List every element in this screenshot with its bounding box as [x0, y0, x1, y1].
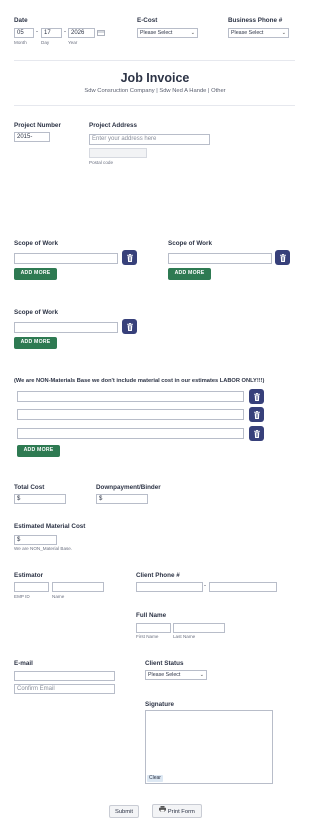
- ecost-selected: Please Select: [140, 30, 173, 36]
- add-more-button[interactable]: ADD MORE: [14, 268, 57, 280]
- estimator-name-sublabel: Name: [52, 594, 65, 599]
- scope-of-work-input[interactable]: [168, 253, 272, 264]
- signature-label: Signature: [145, 701, 175, 708]
- postal-code-input[interactable]: [89, 148, 147, 158]
- business-phone-label: Business Phone #: [228, 17, 283, 24]
- add-more-button[interactable]: ADD MORE: [168, 268, 211, 280]
- date-day-sublabel: Day: [41, 40, 50, 45]
- downpayment-label: Downpayment/Binder: [96, 484, 161, 491]
- last-name-sublabel: Last Name: [173, 634, 196, 639]
- signature-pad[interactable]: [145, 710, 273, 784]
- date-month-input[interactable]: 05: [14, 28, 34, 38]
- first-name-input[interactable]: [136, 623, 171, 633]
- date-label: Date: [14, 17, 28, 24]
- trash-icon: [279, 253, 286, 262]
- estimated-material-note: We are NON_Material Base.: [14, 546, 73, 551]
- client-status-selected: Please Select: [148, 672, 181, 678]
- downpayment-input[interactable]: $: [96, 494, 148, 504]
- client-phone-label: Client Phone #: [136, 572, 180, 579]
- trash-icon: [253, 392, 260, 401]
- divider: [14, 60, 295, 61]
- delete-button[interactable]: [122, 250, 137, 265]
- business-phone-select[interactable]: Please Select ⌄: [228, 28, 289, 38]
- client-phone-number-input[interactable]: [209, 582, 277, 592]
- business-phone-selected: Please Select: [231, 30, 264, 36]
- delete-button[interactable]: [249, 426, 264, 441]
- project-address-label: Project Address: [89, 122, 138, 129]
- date-separator: -: [64, 29, 66, 35]
- materials-input[interactable]: [17, 391, 244, 402]
- estimated-material-label: Estimated Material Cost: [14, 523, 86, 530]
- chevron-down-icon: ⌄: [199, 672, 204, 678]
- client-phone-area-input[interactable]: [136, 582, 203, 592]
- divider: [14, 105, 295, 106]
- page-subtitle: Sdw Consruction Company | Sdw Ned A Hand…: [84, 88, 226, 94]
- project-address-input[interactable]: Enter your address here: [89, 134, 210, 145]
- calendar-icon[interactable]: [97, 30, 105, 36]
- client-status-label: Client Status: [145, 660, 184, 667]
- date-month-sublabel: Month: [14, 40, 27, 45]
- submit-button[interactable]: Submit: [109, 805, 139, 818]
- confirm-email-input[interactable]: Confirm Email: [14, 684, 115, 694]
- printer-icon: [159, 805, 167, 818]
- estimator-name-input[interactable]: [52, 582, 104, 592]
- project-number-input[interactable]: 2015-: [14, 132, 50, 142]
- clear-signature-button[interactable]: Clear: [147, 775, 163, 782]
- date-separator: -: [36, 29, 38, 35]
- materials-input[interactable]: [17, 428, 244, 439]
- date-day-input[interactable]: 17: [41, 28, 62, 38]
- project-number-label: Project Number: [14, 122, 61, 129]
- estimated-material-input[interactable]: $: [14, 535, 57, 545]
- scope-of-work-label: Scope of Work: [14, 240, 58, 247]
- email-label: E-mail: [14, 660, 33, 667]
- total-cost-label: Total Cost: [14, 484, 45, 491]
- chevron-down-icon: ⌄: [281, 30, 286, 36]
- ecost-label: E-Cost: [137, 17, 158, 24]
- total-cost-input[interactable]: $: [14, 494, 66, 504]
- add-more-button[interactable]: ADD MORE: [14, 337, 57, 349]
- scope-of-work-input[interactable]: [14, 253, 118, 264]
- chevron-down-icon: ⌄: [190, 30, 195, 36]
- postal-code-sublabel: Postal code: [89, 160, 114, 165]
- delete-button[interactable]: [122, 319, 137, 334]
- client-phone-separator: -: [204, 583, 206, 589]
- print-form-label: Print Form: [167, 809, 195, 816]
- delete-button[interactable]: [249, 407, 264, 422]
- first-name-sublabel: First Name: [136, 634, 159, 639]
- ecost-select[interactable]: Please Select ⌄: [137, 28, 198, 38]
- email-input[interactable]: [14, 671, 115, 681]
- date-year-input[interactable]: 2026: [68, 28, 95, 38]
- print-form-button[interactable]: Print Form: [152, 804, 202, 818]
- emp-id-input[interactable]: [14, 582, 49, 592]
- full-name-label: Full Name: [136, 612, 167, 619]
- date-year-sublabel: Year: [68, 40, 78, 45]
- trash-icon: [126, 322, 133, 331]
- delete-button[interactable]: [275, 250, 290, 265]
- page-title: Job Invoice: [120, 71, 190, 85]
- scope-of-work-input[interactable]: [14, 322, 118, 333]
- scope-of-work-label: Scope of Work: [168, 240, 212, 247]
- client-status-select[interactable]: Please Select ⌄: [145, 670, 207, 680]
- materials-note-label: (We are NON-Materials Base we don't incl…: [14, 378, 265, 384]
- trash-icon: [126, 253, 133, 262]
- add-more-button[interactable]: ADD MORE: [17, 445, 60, 457]
- trash-icon: [253, 410, 260, 419]
- materials-input[interactable]: [17, 409, 244, 420]
- last-name-input[interactable]: [173, 623, 225, 633]
- scope-of-work-label: Scope of Work: [14, 309, 58, 316]
- estimator-label: Estimator: [14, 572, 44, 579]
- trash-icon: [253, 429, 260, 438]
- emp-id-sublabel: EMP ID: [14, 594, 30, 599]
- delete-button[interactable]: [249, 389, 264, 404]
